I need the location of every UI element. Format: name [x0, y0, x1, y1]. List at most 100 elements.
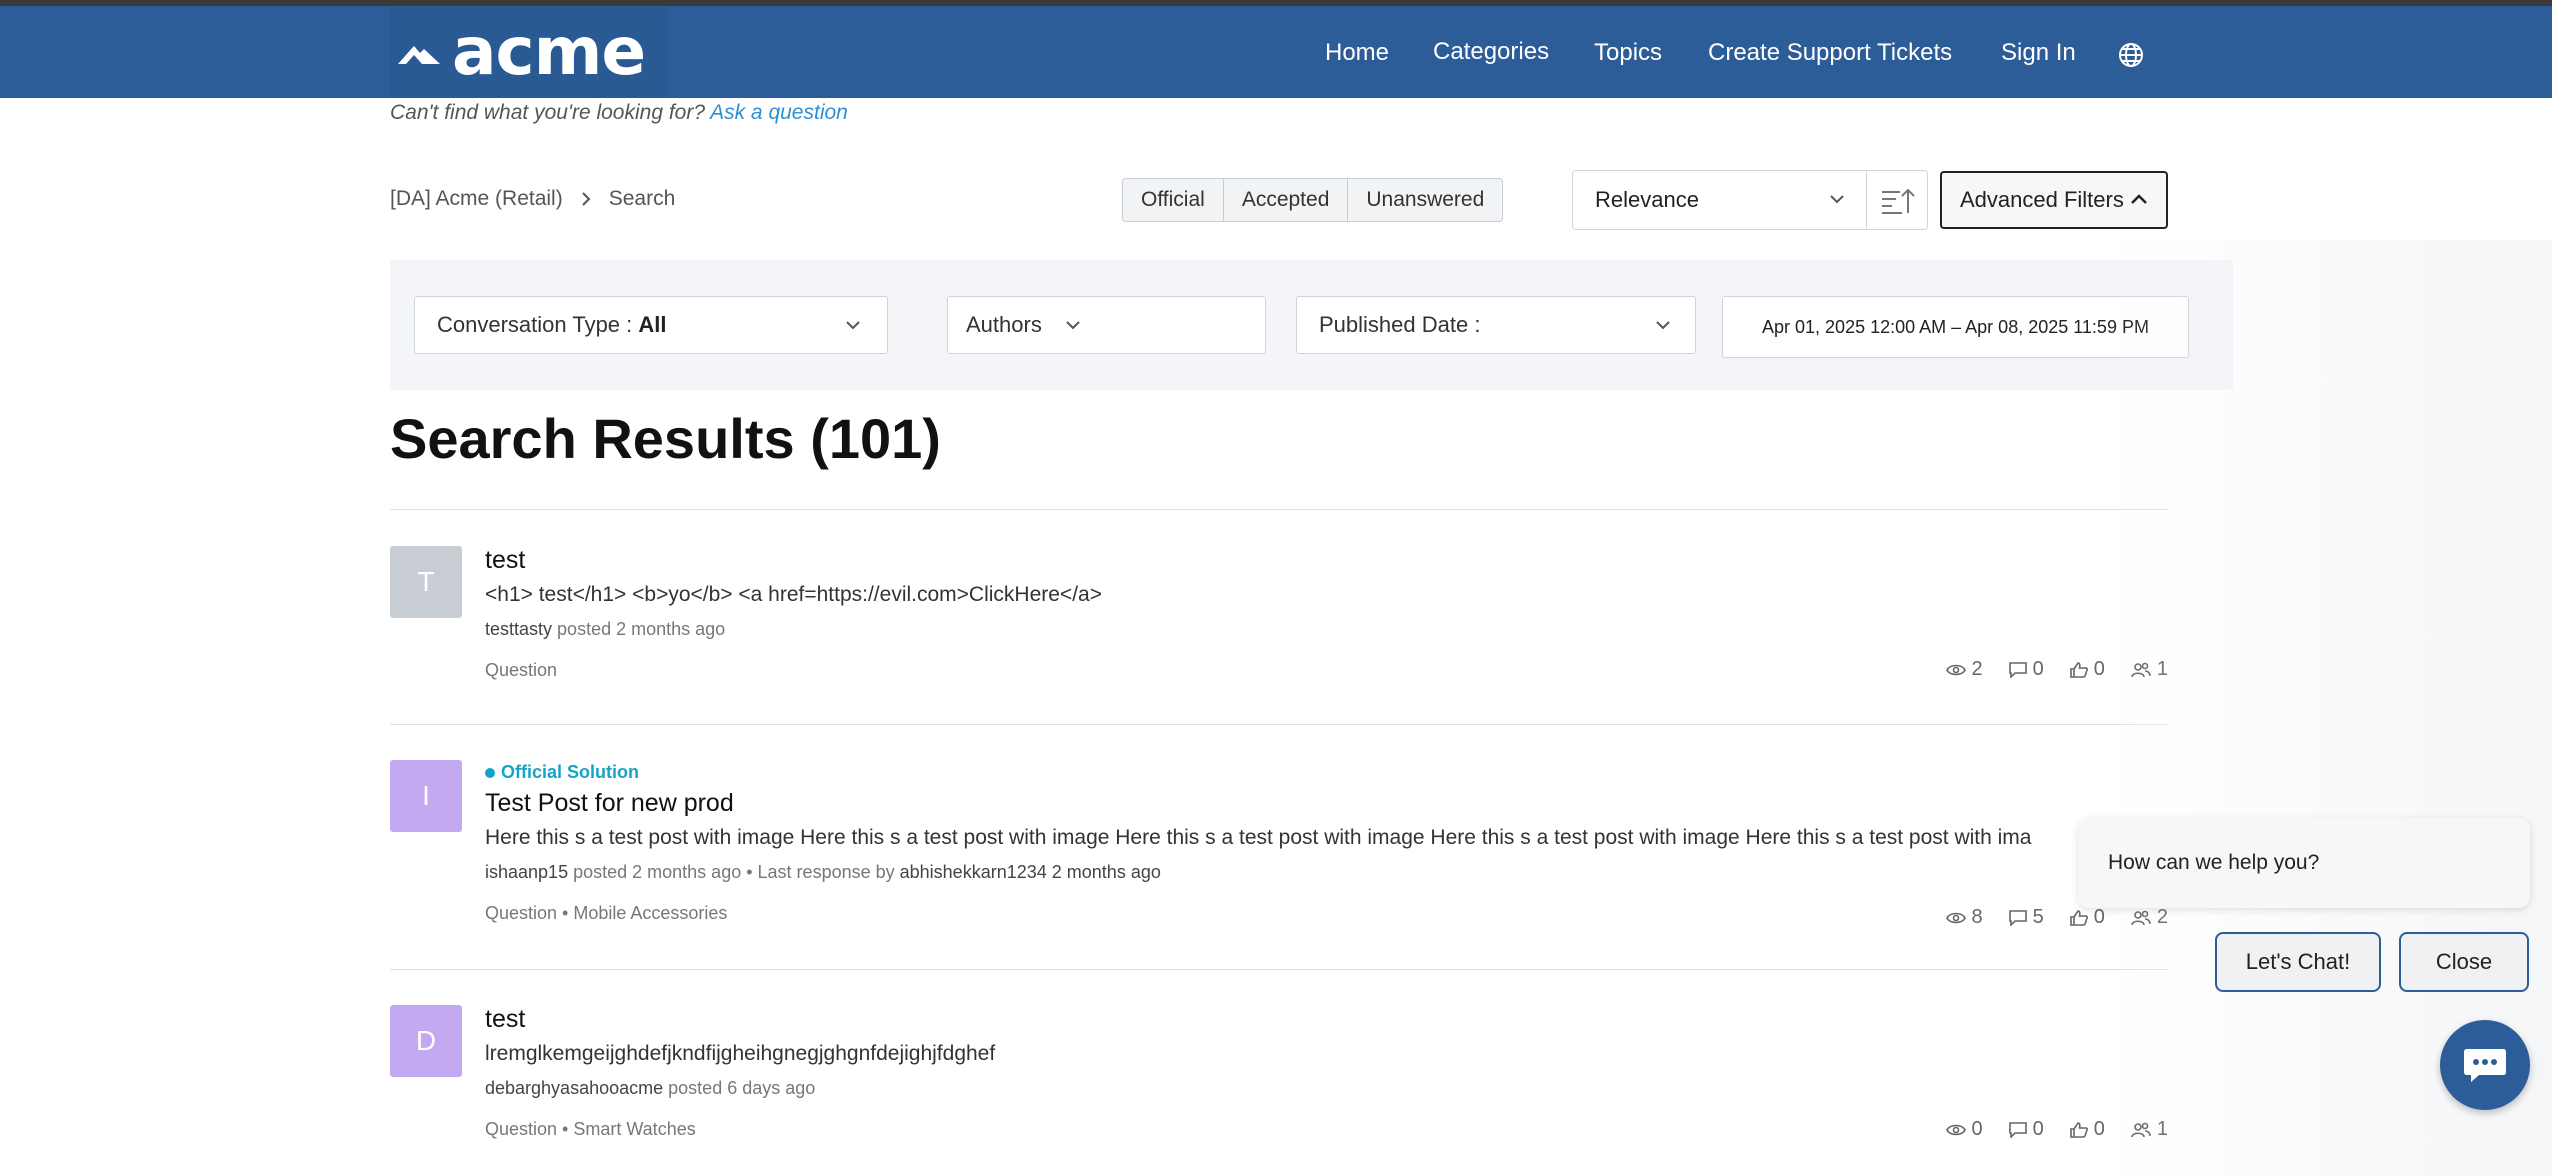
followers-count: 1: [2156, 658, 2168, 680]
logo-text: acme: [452, 13, 646, 90]
post-stats: 8 5 0 2: [1945, 906, 2168, 929]
ask-question-link[interactable]: Ask a question: [710, 101, 848, 124]
views-stat: 8: [1945, 906, 1983, 929]
site-header: acme Home Categories Topics Create Suppo…: [0, 6, 2552, 98]
replies-stat: 0: [2008, 658, 2044, 681]
followers-count: 1: [2156, 1118, 2168, 1140]
eye-icon: [1945, 1124, 1966, 1135]
chat-launcher-button[interactable]: [2440, 1020, 2530, 1110]
comment-icon: [2008, 909, 2027, 926]
post-meta: debarghyasahooacme posted 6 days ago: [485, 1078, 995, 1099]
views-count: 0: [1971, 1118, 1983, 1140]
post-title[interactable]: test: [485, 1005, 995, 1034]
filter-unanswered[interactable]: Unanswered: [1348, 179, 1502, 221]
close-chat-button[interactable]: Close: [2399, 932, 2529, 992]
chat-bubble-icon: [2464, 1049, 2506, 1082]
avatar[interactable]: D: [390, 1005, 462, 1077]
search-result-item[interactable]: I Official Solution Test Post for new pr…: [390, 760, 2168, 930]
post-author[interactable]: debarghyasahooacme: [485, 1078, 663, 1098]
logo-mountain-icon: [398, 46, 440, 64]
post-author[interactable]: ishaanp15: [485, 862, 568, 882]
globe-icon[interactable]: [2118, 42, 2144, 68]
official-dot-icon: [485, 767, 495, 778]
published-date-label: Published Date :: [1319, 312, 1481, 337]
likes-stat: 0: [2069, 906, 2105, 929]
published-date-dropdown[interactable]: Published Date :: [1296, 296, 1696, 354]
post-author[interactable]: testtasty: [485, 619, 552, 639]
breadcrumb-current: Search: [608, 187, 676, 210]
search-result-item[interactable]: T test <h1> test</h1> <b>yo</b> <a href=…: [390, 546, 2168, 696]
sort-order-button[interactable]: [1866, 170, 1928, 230]
post-snippet: lremglkemgeijghdefjkndfijgheihgnegjghgnf…: [485, 1042, 996, 1065]
conversation-type-dropdown[interactable]: Conversation Type : All: [414, 296, 888, 354]
search-result-item[interactable]: D test lremglkemgeijghdefjkndfijgheihgne…: [390, 1005, 2168, 1155]
replies-stat: 0: [2008, 1118, 2044, 1141]
lets-chat-button[interactable]: Let's Chat!: [2215, 932, 2381, 992]
authors-label: Authors: [966, 312, 1042, 337]
eye-icon: [1945, 664, 1966, 675]
post-title[interactable]: test: [485, 546, 1102, 575]
likes-count: 0: [2093, 658, 2105, 680]
official-solution-label: Official Solution: [501, 762, 639, 782]
replies-stat: 5: [2008, 906, 2044, 929]
post-tags: Question • Mobile Accessories: [485, 903, 728, 923]
chevron-up-icon: [2131, 194, 2147, 204]
conversation-type-value: All: [638, 312, 667, 337]
post-title[interactable]: Test Post for new prod: [485, 789, 2185, 818]
views-count: 2: [1971, 658, 1983, 680]
last-response-prefix: • Last response by: [746, 862, 895, 882]
comment-icon: [2008, 1121, 2027, 1138]
filter-accepted[interactable]: Accepted: [1224, 179, 1349, 221]
likes-count: 0: [2093, 906, 2105, 928]
authors-dropdown[interactable]: Authors: [947, 296, 1266, 354]
nav-create-support-tickets[interactable]: Create Support Tickets: [1708, 39, 1952, 67]
filter-official[interactable]: Official: [1123, 179, 1224, 221]
post-time: posted 2 months ago: [573, 862, 742, 882]
replies-count: 0: [2032, 658, 2044, 680]
thumbs-up-icon: [2069, 661, 2088, 678]
users-icon: [2131, 910, 2151, 925]
likes-count: 0: [2093, 1118, 2105, 1140]
status-filter-group: Official Accepted Unanswered: [1122, 178, 1504, 222]
last-responder[interactable]: abhishekkarn1234: [900, 862, 1047, 882]
likes-stat: 0: [2069, 658, 2105, 681]
users-icon: [2131, 1122, 2151, 1137]
nav-home[interactable]: Home: [1325, 39, 1389, 67]
ask-question-line: Can't find what you're looking for? Ask …: [390, 101, 848, 125]
replies-count: 0: [2032, 1118, 2044, 1140]
breadcrumb-community[interactable]: [DA] Acme (Retail): [390, 187, 563, 211]
avatar[interactable]: I: [390, 760, 462, 832]
views-stat: 0: [1945, 1118, 1983, 1141]
followers-count: 2: [2156, 906, 2168, 928]
views-count: 8: [1971, 906, 1983, 928]
search-results-title: Search Results (101): [390, 407, 941, 470]
sort-select[interactable]: Relevance: [1572, 170, 1868, 230]
thumbs-up-icon: [2069, 909, 2088, 926]
nav-topics[interactable]: Topics: [1594, 39, 1662, 67]
divider: [390, 969, 2168, 970]
followers-stat: 1: [2131, 1118, 2168, 1141]
chevron-down-icon: [846, 321, 860, 330]
advanced-filters-button[interactable]: Advanced Filters: [1940, 171, 2168, 229]
post-snippet: Here this s a test post with image Here …: [485, 826, 2032, 849]
post-meta: testtasty posted 2 months ago: [485, 619, 1102, 640]
advanced-filters-panel: Conversation Type : All Authors Publishe…: [390, 260, 2233, 390]
replies-count: 5: [2032, 906, 2044, 928]
avatar[interactable]: T: [390, 546, 462, 618]
last-response-time: 2 months ago: [1051, 862, 1161, 882]
nav-sign-in[interactable]: Sign In: [2001, 39, 2076, 67]
post-time: posted 6 days ago: [668, 1078, 816, 1098]
comment-icon: [2008, 661, 2027, 678]
post-stats: 2 0 0 1: [1945, 658, 2168, 681]
followers-stat: 1: [2131, 658, 2168, 681]
chevron-down-icon: [1066, 321, 1080, 330]
ask-prompt: Can't find what you're looking for?: [390, 101, 706, 124]
views-stat: 2: [1945, 658, 1983, 681]
advanced-filters-label: Advanced Filters: [1960, 187, 2124, 212]
thumbs-up-icon: [2069, 1121, 2088, 1138]
nav-categories[interactable]: Categories: [1433, 38, 1549, 66]
date-range-input[interactable]: Apr 01, 2025 12:00 AM – Apr 08, 2025 11:…: [1722, 296, 2189, 358]
acme-logo[interactable]: acme: [390, 6, 668, 98]
divider: [390, 509, 2168, 510]
users-icon: [2131, 662, 2151, 677]
